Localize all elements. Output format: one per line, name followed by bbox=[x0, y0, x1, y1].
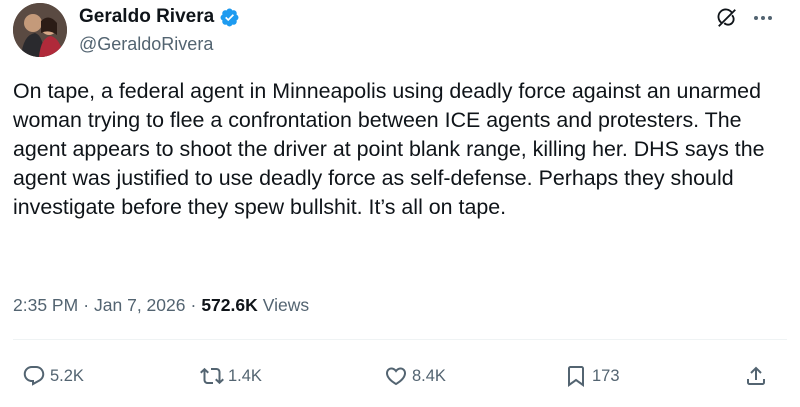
meta-separator: · bbox=[83, 295, 90, 315]
meta-separator: · bbox=[190, 295, 197, 315]
bookmark-icon bbox=[568, 366, 584, 387]
tweet-time[interactable]: 2:35 PM bbox=[13, 295, 78, 316]
repost-icon bbox=[200, 367, 224, 385]
grok-icon[interactable] bbox=[716, 7, 738, 29]
verified-badge-icon[interactable] bbox=[219, 7, 240, 28]
reply-icon bbox=[23, 366, 45, 386]
repost-count: 1.4K bbox=[228, 366, 262, 385]
views-label[interactable]: Views bbox=[263, 295, 309, 316]
like-button[interactable]: 8.4K bbox=[384, 364, 446, 388]
share-icon bbox=[747, 366, 765, 385]
tweet-date[interactable]: Jan 7, 2026 bbox=[94, 295, 185, 316]
tweet-meta: 2:35 PM · Jan 7, 2026 · 572.6K Views bbox=[13, 295, 309, 316]
author-display-name[interactable]: Geraldo Rivera bbox=[79, 6, 214, 28]
bookmark-count: 173 bbox=[592, 366, 620, 385]
tweet-text: On tape, a federal agent in Minneapolis … bbox=[13, 79, 771, 219]
avatar-image bbox=[13, 3, 67, 57]
like-icon bbox=[385, 367, 407, 386]
author-handle[interactable]: @GeraldoRivera bbox=[79, 34, 213, 55]
avatar[interactable] bbox=[13, 3, 67, 57]
more-icon[interactable] bbox=[752, 12, 774, 24]
reply-button[interactable]: 5.2K bbox=[22, 364, 84, 388]
divider bbox=[13, 339, 787, 340]
like-count: 8.4K bbox=[412, 366, 446, 385]
share-button[interactable] bbox=[744, 364, 768, 388]
repost-button[interactable]: 1.4K bbox=[200, 364, 262, 388]
bookmark-button[interactable]: 173 bbox=[564, 364, 620, 388]
views-count[interactable]: 572.6K bbox=[201, 295, 257, 316]
author-name-row: Geraldo Rivera bbox=[79, 6, 240, 28]
reply-count: 5.2K bbox=[50, 366, 84, 385]
